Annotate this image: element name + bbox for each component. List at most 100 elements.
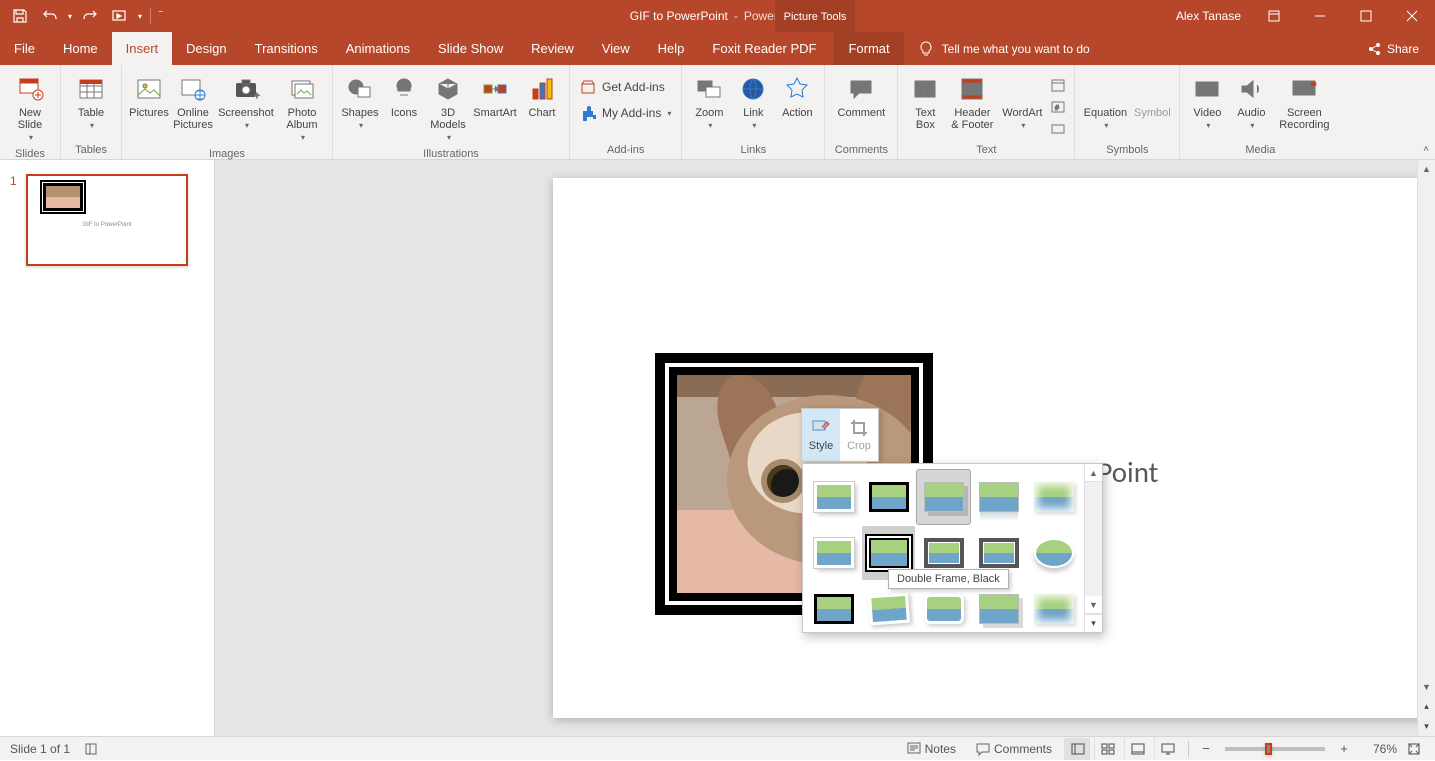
- style-beveled-oval[interactable]: [1027, 526, 1080, 580]
- reading-view-button[interactable]: [1124, 738, 1150, 760]
- gallery-scroll-down[interactable]: ▼: [1085, 596, 1102, 614]
- scroll-up-button[interactable]: ▲: [1418, 160, 1435, 178]
- tab-help[interactable]: Help: [644, 32, 699, 65]
- pictures-button[interactable]: Pictures: [128, 71, 170, 121]
- equation-button[interactable]: π Equation: [1081, 71, 1129, 134]
- spellcheck-icon[interactable]: [84, 741, 100, 757]
- tab-design[interactable]: Design: [172, 32, 240, 65]
- qat-overflow-icon[interactable]: ‾: [159, 11, 162, 22]
- tab-foxit[interactable]: Foxit Reader PDF: [698, 32, 830, 65]
- scroll-down-button[interactable]: ▼: [1418, 678, 1435, 696]
- tab-review[interactable]: Review: [517, 32, 588, 65]
- online-pictures-button[interactable]: Online Pictures: [172, 71, 214, 133]
- zoom-in-button[interactable]: +: [1335, 741, 1353, 756]
- tab-file[interactable]: File: [0, 32, 49, 65]
- style-reflected-rect[interactable]: [972, 470, 1025, 524]
- group-comments: Comment Comments: [825, 65, 898, 159]
- style-simple-frame-black[interactable]: [862, 470, 915, 524]
- maximize-icon[interactable]: [1343, 0, 1389, 32]
- group-slides: New Slide Slides: [0, 65, 61, 159]
- slideshow-view-button[interactable]: [1154, 738, 1180, 760]
- undo-more-icon[interactable]: ▾: [68, 12, 72, 21]
- fit-to-window-button[interactable]: [1401, 738, 1427, 760]
- zoom-level[interactable]: 76%: [1357, 742, 1397, 756]
- document-name: GIF to PowerPoint: [630, 9, 728, 23]
- minimize-icon[interactable]: [1297, 0, 1343, 32]
- slide-number-button[interactable]: #: [1048, 97, 1068, 117]
- style-simple-frame-white[interactable]: [807, 470, 860, 524]
- collapse-ribbon-icon[interactable]: ˄: [1423, 144, 1429, 155]
- gallery-more-button[interactable]: ▾: [1085, 614, 1102, 632]
- zoom-button[interactable]: Zoom: [688, 71, 730, 134]
- tab-view[interactable]: View: [588, 32, 644, 65]
- paintbrush-icon: [811, 418, 831, 438]
- object-button[interactable]: [1048, 119, 1068, 139]
- gallery-scroll-track[interactable]: [1085, 482, 1102, 596]
- redo-icon[interactable]: [78, 4, 102, 28]
- wordart-button[interactable]: A WordArt: [998, 71, 1046, 134]
- comment-button[interactable]: Comment: [831, 71, 891, 121]
- share-button[interactable]: Share: [1351, 32, 1435, 65]
- thumbnail-number: 1: [10, 174, 20, 266]
- style-drop-shadow-rect[interactable]: [917, 470, 970, 524]
- icons-button[interactable]: Icons: [383, 71, 425, 121]
- normal-view-button[interactable]: [1064, 738, 1090, 760]
- close-icon[interactable]: [1389, 0, 1435, 32]
- video-button[interactable]: Video: [1186, 71, 1228, 134]
- link-button[interactable]: Link: [732, 71, 774, 134]
- comments-button[interactable]: Comments: [968, 737, 1060, 761]
- style-relaxed-perspective[interactable]: [1027, 582, 1080, 632]
- tab-insert[interactable]: Insert: [112, 32, 173, 65]
- tab-transitions[interactable]: Transitions: [241, 32, 332, 65]
- mini-crop-button[interactable]: Crop: [840, 409, 878, 461]
- table-button[interactable]: Table: [67, 71, 115, 134]
- qat-customize-icon[interactable]: ▾: [138, 12, 142, 21]
- prev-slide-button[interactable]: ▴: [1418, 696, 1435, 716]
- zoom-out-button[interactable]: −: [1197, 741, 1215, 756]
- zoom-slider[interactable]: [1225, 747, 1325, 751]
- style-moderate-frame-black[interactable]: [807, 582, 860, 632]
- header-footer-button[interactable]: Header & Footer: [948, 71, 996, 133]
- symbol-button[interactable]: Ω Symbol: [1131, 71, 1173, 121]
- tab-slide-show[interactable]: Slide Show: [424, 32, 517, 65]
- tab-animations[interactable]: Animations: [332, 32, 424, 65]
- style-perspective-shadow[interactable]: [972, 582, 1025, 632]
- save-icon[interactable]: [8, 4, 32, 28]
- ribbon-display-options-icon[interactable]: [1251, 0, 1297, 32]
- tell-me-search[interactable]: Tell me what you want to do: [904, 32, 1104, 65]
- slide-thumbnail-1[interactable]: GIF to PowerPoint: [26, 174, 188, 266]
- scroll-track[interactable]: [1418, 178, 1435, 678]
- action-button[interactable]: Action: [776, 71, 818, 121]
- user-name[interactable]: Alex Tanase: [1166, 9, 1251, 23]
- start-from-beginning-icon[interactable]: [108, 4, 132, 28]
- notes-button[interactable]: Notes: [899, 737, 964, 761]
- gallery-scroll-up[interactable]: ▲: [1085, 464, 1102, 482]
- date-time-button[interactable]: [1048, 75, 1068, 95]
- group-text: A Text Box Header & Footer A WordArt # T…: [898, 65, 1075, 159]
- next-slide-button[interactable]: ▾: [1418, 716, 1435, 736]
- shapes-button[interactable]: Shapes: [339, 71, 381, 134]
- slide-sorter-view-button[interactable]: [1094, 738, 1120, 760]
- photo-album-button[interactable]: Photo Album: [278, 71, 326, 146]
- text-box-button[interactable]: A Text Box: [904, 71, 946, 133]
- slide-thumbnail-panel: 1 GIF to PowerPoint: [0, 160, 215, 736]
- 3d-models-button[interactable]: 3D Models: [427, 71, 469, 146]
- title-bar: ▾ ▾ ‾ GIF to PowerPoint - PowerPoint Pic…: [0, 0, 1435, 32]
- chart-button[interactable]: Chart: [521, 71, 563, 121]
- mini-style-button[interactable]: Style: [802, 409, 840, 461]
- new-slide-button[interactable]: New Slide: [6, 71, 54, 146]
- tab-home[interactable]: Home: [49, 32, 112, 65]
- undo-icon[interactable]: [38, 4, 62, 28]
- screen-recording-button[interactable]: Screen Recording: [1274, 71, 1334, 133]
- screenshot-button[interactable]: + Screenshot: [216, 71, 276, 134]
- style-rounded-white[interactable]: [917, 582, 970, 632]
- my-addins-button[interactable]: My Add-ins ▾: [576, 103, 675, 123]
- get-addins-button[interactable]: Get Add-ins: [576, 77, 675, 97]
- smartart-button[interactable]: SmartArt: [471, 71, 519, 121]
- audio-button[interactable]: Audio: [1230, 71, 1272, 134]
- style-soft-edge-rect[interactable]: [1027, 470, 1080, 524]
- addin-icon: [580, 105, 596, 121]
- tab-format[interactable]: Format: [834, 32, 903, 65]
- style-rotated-white[interactable]: [862, 582, 915, 632]
- style-compound-frame[interactable]: [807, 526, 860, 580]
